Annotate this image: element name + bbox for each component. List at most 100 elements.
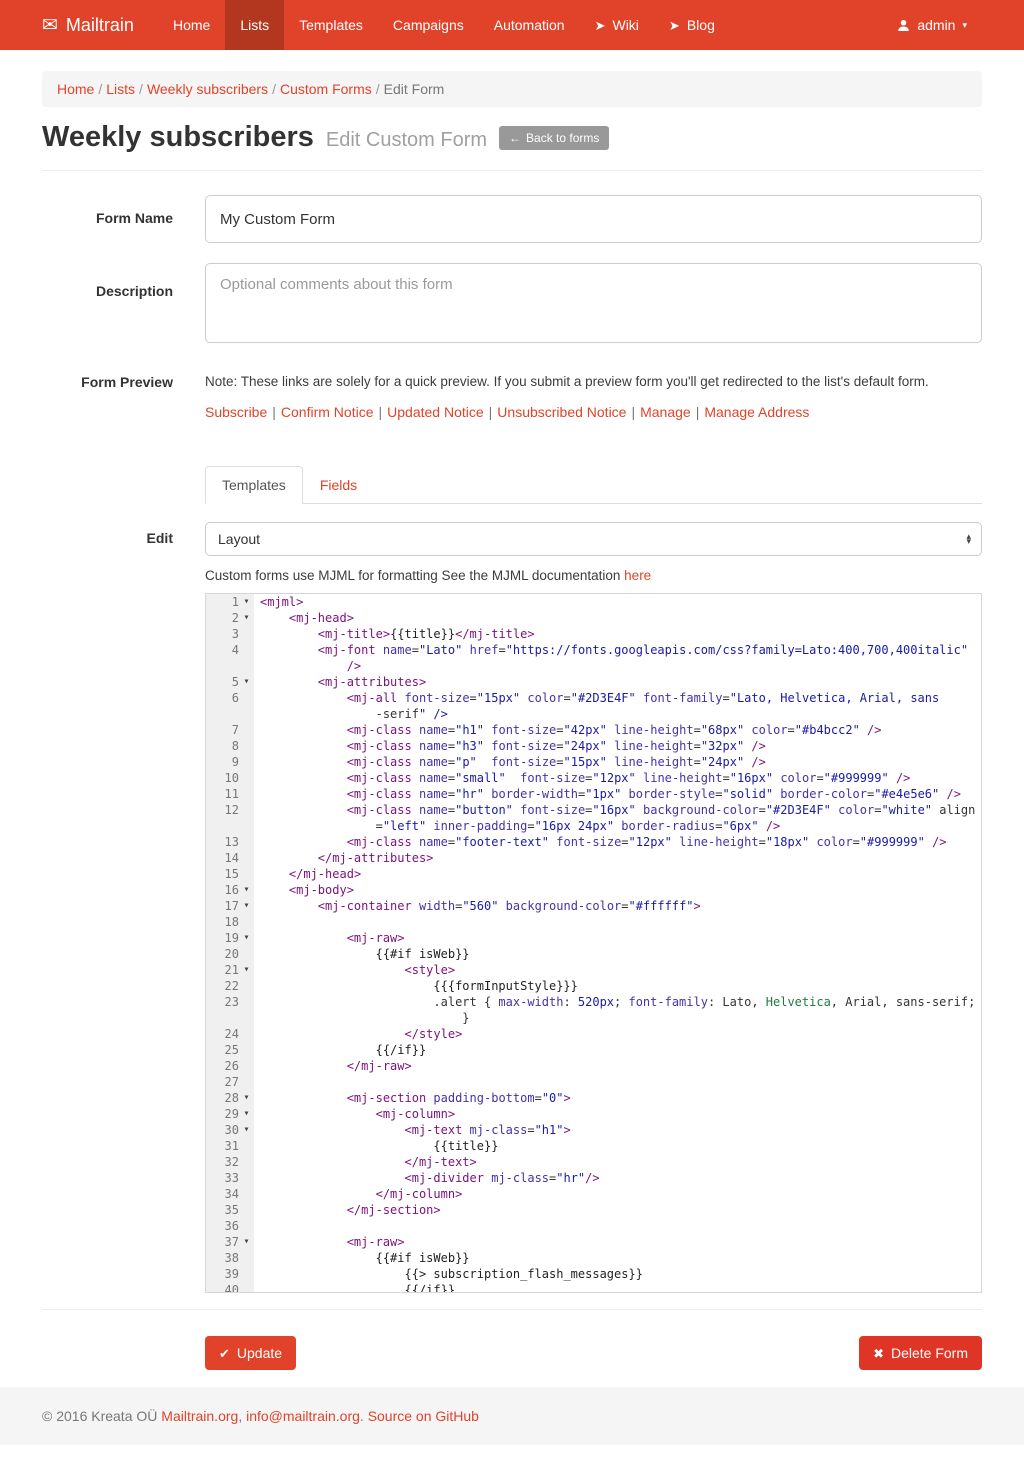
- back-to-forms-button[interactable]: ← Back to forms: [499, 126, 609, 150]
- preview-link[interactable]: Manage Address: [704, 404, 809, 420]
- mjml-doc-link[interactable]: here: [624, 568, 651, 583]
- gutter-line[interactable]: 28▾: [206, 1090, 254, 1106]
- code-line[interactable]: <mj-body>: [260, 882, 981, 898]
- code-line[interactable]: [260, 1218, 981, 1234]
- code-line[interactable]: {{/if}}: [260, 1282, 981, 1292]
- description-textarea[interactable]: [205, 263, 982, 343]
- breadcrumb-link[interactable]: Home: [57, 81, 94, 97]
- code-line[interactable]: {{#if isWeb}}: [260, 1250, 981, 1266]
- gutter-line[interactable]: 30▾: [206, 1122, 254, 1138]
- fold-toggle-icon[interactable]: ▾: [239, 1122, 254, 1138]
- brand-link[interactable]: ✉ Mailtrain: [42, 0, 158, 50]
- code-line[interactable]: {{{formInputStyle}}}: [260, 978, 981, 994]
- code-line[interactable]: />: [260, 658, 981, 674]
- breadcrumb-link[interactable]: Custom Forms: [280, 81, 372, 97]
- fold-toggle-icon[interactable]: ▾: [239, 930, 254, 946]
- code-line[interactable]: <mj-raw>: [260, 930, 981, 946]
- breadcrumb-link[interactable]: Lists: [106, 81, 135, 97]
- delete-form-button[interactable]: ✖ Delete Form: [859, 1336, 982, 1370]
- code-line[interactable]: </mj-raw>: [260, 1058, 981, 1074]
- fold-toggle-icon[interactable]: ▾: [239, 962, 254, 978]
- code-line[interactable]: <mj-class name="footer-text" font-size="…: [260, 834, 981, 850]
- code-line[interactable]: </mj-head>: [260, 866, 981, 882]
- fold-toggle-icon[interactable]: ▾: [239, 882, 254, 898]
- code-line[interactable]: </mj-section>: [260, 1202, 981, 1218]
- code-line[interactable]: </mj-attributes>: [260, 850, 981, 866]
- gutter-line[interactable]: 16▾: [206, 882, 254, 898]
- code-line[interactable]: <mj-class name="hr" border-width="1px" b…: [260, 786, 981, 802]
- gutter-line: 32: [206, 1154, 254, 1170]
- nav-item-home[interactable]: Home: [158, 0, 225, 50]
- code-line[interactable]: <mj-section padding-bottom="0">: [260, 1090, 981, 1106]
- mjml-code-editor[interactable]: 1▾2▾345▾678910111213141516▾17▾1819▾2021▾…: [205, 593, 982, 1293]
- preview-link[interactable]: Updated Notice: [387, 404, 484, 420]
- code-line[interactable]: -serif" />: [260, 706, 981, 722]
- fold-toggle-icon[interactable]: ▾: [239, 898, 254, 914]
- code-line[interactable]: </mj-text>: [260, 1154, 981, 1170]
- nav-item-blog[interactable]: ➤Blog: [654, 0, 730, 50]
- code-line[interactable]: <mjml>: [260, 594, 981, 610]
- preview-link[interactable]: Subscribe: [205, 404, 267, 420]
- code-line[interactable]: }: [260, 1010, 981, 1026]
- edit-template-select[interactable]: Layout ▴ ▾: [205, 522, 982, 556]
- form-name-input[interactable]: [205, 195, 982, 243]
- preview-link[interactable]: Manage: [640, 404, 691, 420]
- code-line[interactable]: [260, 1074, 981, 1090]
- code-line[interactable]: .alert { max-width: 520px; font-family: …: [260, 994, 981, 1010]
- code-line[interactable]: <mj-divider mj-class="hr"/>: [260, 1170, 981, 1186]
- gutter-line[interactable]: 17▾: [206, 898, 254, 914]
- fold-toggle-icon[interactable]: ▾: [239, 1090, 254, 1106]
- breadcrumb-link[interactable]: Weekly subscribers: [147, 81, 268, 97]
- code-line[interactable]: <style>: [260, 962, 981, 978]
- code-line[interactable]: [260, 914, 981, 930]
- gutter-line[interactable]: 19▾: [206, 930, 254, 946]
- preview-link[interactable]: Confirm Notice: [281, 404, 374, 420]
- code-line[interactable]: </mj-column>: [260, 1186, 981, 1202]
- fold-toggle-icon[interactable]: ▾: [239, 594, 254, 610]
- code-line[interactable]: <mj-text mj-class="h1">: [260, 1122, 981, 1138]
- code-line[interactable]: <mj-container width="560" background-col…: [260, 898, 981, 914]
- footer-link[interactable]: info@mailtrain.org: [246, 1408, 360, 1424]
- gutter-line[interactable]: 37▾: [206, 1234, 254, 1250]
- code-line[interactable]: <mj-class name="small" font-size="12px" …: [260, 770, 981, 786]
- code-line[interactable]: {{> subscription_flash_messages}}: [260, 1266, 981, 1282]
- fold-toggle-icon[interactable]: ▾: [239, 674, 254, 690]
- code-line[interactable]: <mj-raw>: [260, 1234, 981, 1250]
- gutter-line[interactable]: 5▾: [206, 674, 254, 690]
- gutter-line[interactable]: 2▾: [206, 610, 254, 626]
- code-line[interactable]: <mj-class name="p" font-size="15px" line…: [260, 754, 981, 770]
- user-menu[interactable]: admin ▾: [882, 0, 982, 50]
- code-line[interactable]: </style>: [260, 1026, 981, 1042]
- code-line[interactable]: <mj-head>: [260, 610, 981, 626]
- code-line[interactable]: <mj-title>{{title}}</mj-title>: [260, 626, 981, 642]
- nav-item-lists[interactable]: Lists: [225, 0, 284, 50]
- footer-link[interactable]: Source on GitHub: [368, 1408, 479, 1424]
- code-line[interactable]: {{/if}}: [260, 1042, 981, 1058]
- gutter-line[interactable]: 29▾: [206, 1106, 254, 1122]
- code-line[interactable]: ="left" inner-padding="16px 24px" border…: [260, 818, 981, 834]
- code-line[interactable]: <mj-class name="h1" font-size="42px" lin…: [260, 722, 981, 738]
- gutter-line[interactable]: 1▾: [206, 594, 254, 610]
- tab-templates[interactable]: Templates: [205, 466, 303, 504]
- fold-toggle-icon[interactable]: ▾: [239, 1106, 254, 1122]
- code-line[interactable]: {{title}}: [260, 1138, 981, 1154]
- fold-toggle-icon[interactable]: ▾: [239, 1234, 254, 1250]
- nav-item-templates[interactable]: Templates: [284, 0, 378, 50]
- tab-fields[interactable]: Fields: [303, 466, 374, 504]
- preview-link[interactable]: Unsubscribed Notice: [497, 404, 626, 420]
- editor-code[interactable]: <mjml> <mj-head> <mj-title>{{title}}</mj…: [254, 594, 981, 1292]
- code-line[interactable]: <mj-column>: [260, 1106, 981, 1122]
- fold-toggle-icon[interactable]: ▾: [239, 610, 254, 626]
- nav-item-wiki[interactable]: ➤Wiki: [580, 0, 654, 50]
- gutter-line[interactable]: 21▾: [206, 962, 254, 978]
- code-line[interactable]: <mj-class name="h3" font-size="24px" lin…: [260, 738, 981, 754]
- update-button[interactable]: ✔ Update: [205, 1336, 296, 1370]
- code-line[interactable]: <mj-all font-size="15px" color="#2D3E4F"…: [260, 690, 981, 706]
- nav-item-automation[interactable]: Automation: [479, 0, 580, 50]
- nav-item-campaigns[interactable]: Campaigns: [378, 0, 479, 50]
- code-line[interactable]: <mj-font name="Lato" href="https://fonts…: [260, 642, 981, 658]
- code-line[interactable]: <mj-class name="button" font-size="16px"…: [260, 802, 981, 818]
- code-line[interactable]: <mj-attributes>: [260, 674, 981, 690]
- code-line[interactable]: {{#if isWeb}}: [260, 946, 981, 962]
- footer-link[interactable]: Mailtrain.org: [161, 1408, 238, 1424]
